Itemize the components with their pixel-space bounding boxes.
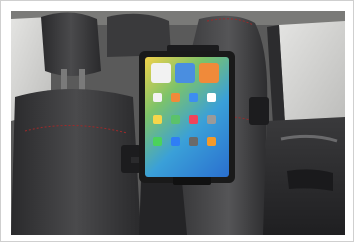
app-icon-clock (153, 93, 162, 102)
photo-frame (0, 0, 354, 242)
app-icon-messages (153, 137, 162, 146)
screen-widget-photos (199, 63, 219, 83)
app-icon-store (171, 137, 180, 146)
car-interior-photo (11, 11, 345, 235)
screen-widget-clock (151, 63, 171, 83)
app-icon-calendar (207, 93, 216, 102)
app-icon-notes (153, 115, 162, 124)
screen-widget-weather (175, 63, 195, 83)
app-icon-music (189, 115, 198, 124)
app-icon-mail (189, 93, 198, 102)
tablet-screen (145, 57, 229, 177)
app-icon-books (207, 137, 216, 146)
app-icon-camera (189, 137, 198, 146)
app-icon-settings (207, 115, 216, 124)
app-icon-photos (171, 93, 180, 102)
app-icon-maps (171, 115, 180, 124)
